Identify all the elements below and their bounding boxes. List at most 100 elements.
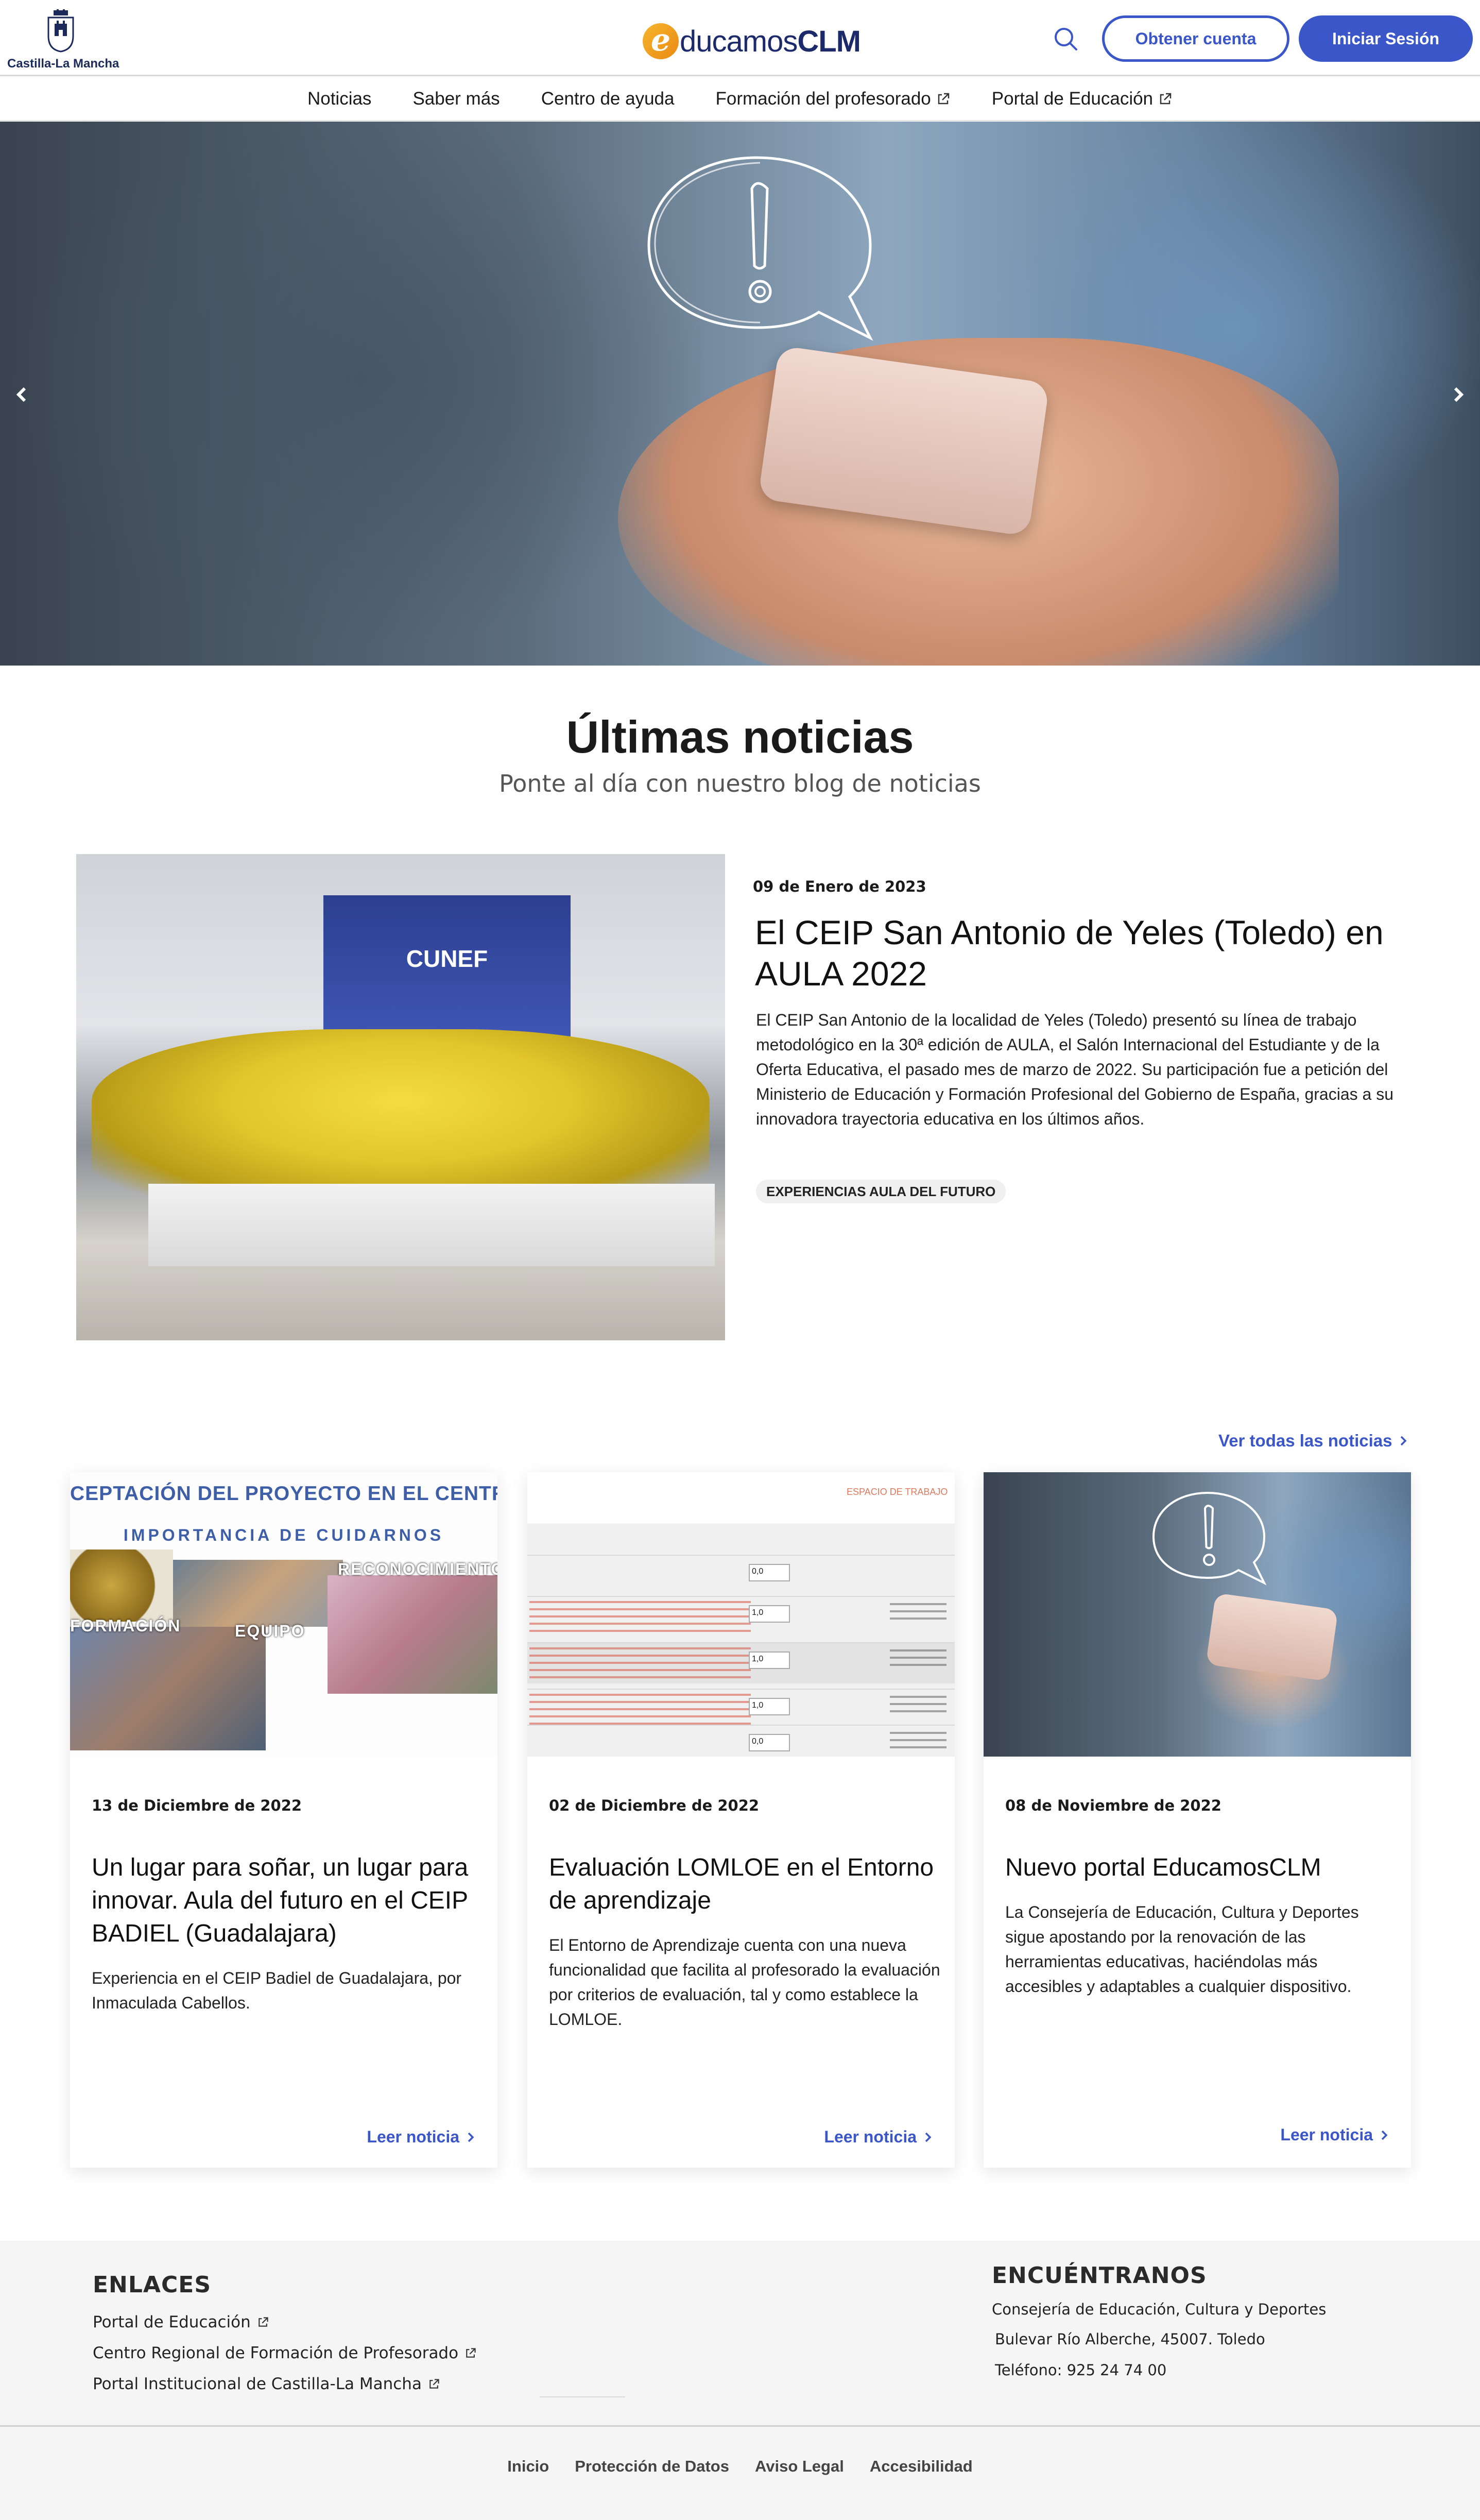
see-all-news-link[interactable]: Ver todas las noticias (1218, 1431, 1409, 1451)
nav-item-noticias[interactable]: Noticias (287, 89, 392, 109)
students-group (92, 1029, 710, 1210)
nav-label: Saber más (412, 89, 500, 109)
carousel-next-button[interactable] (1442, 379, 1473, 410)
featured-news-body: El CEIP San Antonio de la localidad de Y… (756, 1011, 1393, 1128)
booth-sign: CUNEF (323, 895, 571, 1050)
jccm-logo-text: Castilla-La Mancha (7, 57, 119, 71)
footer-link-portal-institucional[interactable]: Portal Institucional de Castilla-La Manc… (93, 2375, 440, 2393)
featured-news-title[interactable]: El CEIP San Antonio de Yeles (Toledo) en… (755, 912, 1424, 994)
footer-link-aviso-legal[interactable]: Aviso Legal (755, 2457, 844, 2476)
read-news-label: Leer noticia (1280, 2125, 1373, 2144)
news-card-date: 08 de Noviembre de 2022 (1005, 1797, 1221, 1814)
news-card-date: 02 de Diciembre de 2022 (549, 1797, 760, 1814)
speech-bubble-exclamation-icon (647, 156, 873, 341)
brand-text-bold: CLM (797, 24, 861, 58)
news-card-body: La Consejería de Educación, Cultura y De… (1005, 1903, 1359, 1996)
image-value: 1,0 (749, 1651, 790, 1669)
footer-divider (0, 2425, 1480, 2427)
external-link-icon (429, 2379, 439, 2389)
chevron-right-icon (1381, 2130, 1388, 2140)
footer-link-accesibilidad[interactable]: Accesibilidad (870, 2457, 973, 2476)
read-news-label: Leer noticia (824, 2127, 917, 2146)
login-button[interactable]: Iniciar Sesión (1299, 15, 1473, 62)
carousel-prev-button[interactable] (7, 379, 38, 410)
contact-phone: Teléfono: 925 24 74 00 (995, 2361, 1167, 2379)
external-link-icon (258, 2317, 268, 2327)
nav-item-formacion-profesorado[interactable]: Formación del profesorado (695, 89, 971, 109)
featured-news-image[interactable]: CUNEF (76, 854, 725, 1340)
external-link-icon (466, 2348, 476, 2358)
search-icon (1055, 28, 1077, 50)
image-caption: ESPACIO DE TRABAJO (847, 1487, 948, 1497)
nav-item-saber-mas[interactable]: Saber más (392, 89, 520, 109)
nav-item-portal-educacion[interactable]: Portal de Educación (971, 89, 1193, 109)
nav-label: Noticias (307, 89, 372, 109)
tables (148, 1184, 715, 1266)
featured-news-date: 09 de Enero de 2023 (753, 878, 926, 895)
image-caption: FORMACIÓN (70, 1616, 181, 1635)
news-section-subtitle: Ponte al día con nuestro blog de noticia… (499, 770, 981, 797)
image-caption: RECONOCIMIENTO (338, 1560, 497, 1578)
main-nav: Noticias Saber más Centro de ayuda Forma… (0, 78, 1480, 121)
image-value: 1,0 (749, 1698, 790, 1715)
nav-label: Centro de ayuda (541, 89, 675, 109)
chevron-left-icon (16, 387, 26, 402)
image-caption: IMPORTANCIA DE CUIDARNOS (123, 1526, 444, 1544)
read-news-link[interactable]: Leer noticia (1280, 2125, 1390, 2144)
footer-bottom-links: Inicio Protección de Datos Aviso Legal A… (0, 2457, 1480, 2476)
footer-link-portal-educacion[interactable]: Portal de Educación (93, 2313, 269, 2331)
divider (540, 2396, 625, 2397)
brand-e: e (643, 23, 679, 59)
chevron-right-icon (1401, 1436, 1407, 1446)
chevron-right-icon (1454, 387, 1464, 402)
footer-contact-title: ENCUÉNTRANOS (992, 2262, 1207, 2289)
news-card-title[interactable]: Evaluación LOMLOE en el Entorno de apren… (549, 1851, 940, 1917)
footer-link-proteccion-datos[interactable]: Protección de Datos (575, 2457, 729, 2476)
external-link-icon (938, 93, 950, 105)
news-card[interactable]: ESPACIO DE TRABAJO 0,0 1,0 1,0 1,0 0,0 0… (527, 1472, 955, 2168)
read-news-link[interactable]: Leer noticia (367, 2127, 477, 2147)
news-card-image: ESPACIO DE TRABAJO 0,0 1,0 1,0 1,0 0,0 (527, 1472, 955, 1757)
read-news-label: Leer noticia (367, 2127, 459, 2146)
booth-sign-text: CUNEF (406, 945, 488, 972)
read-news-link[interactable]: Leer noticia (824, 2127, 934, 2147)
speech-bubble-exclamation-icon (1152, 1491, 1267, 1586)
site-header: Castilla-La Mancha e ducamosCLM Obtener … (0, 0, 1480, 76)
news-card-title[interactable]: Nuevo portal EducamosCLM (1005, 1851, 1397, 1884)
footer-link-inicio[interactable]: Inicio (507, 2457, 549, 2476)
see-all-label: Ver todas las noticias (1218, 1431, 1392, 1450)
news-card-image (984, 1472, 1411, 1757)
footer-link-centro-formacion[interactable]: Centro Regional de Formación de Profesor… (93, 2344, 477, 2362)
news-section-title: Últimas noticias (566, 711, 914, 762)
nav-item-centro-ayuda[interactable]: Centro de ayuda (521, 89, 695, 109)
site-footer: ENLACES Portal de Educación Centro Regio… (0, 2241, 1480, 2520)
jccm-logo[interactable]: Castilla-La Mancha (7, 9, 119, 74)
nav-label: Portal de Educación (991, 89, 1154, 109)
image-caption: EQUIPO (235, 1622, 305, 1640)
hero-carousel (0, 122, 1480, 666)
register-button[interactable]: Obtener cuenta (1102, 15, 1289, 62)
news-card-date: 13 de Diciembre de 2022 (92, 1797, 302, 1814)
news-card[interactable]: 08 de Noviembre de 2022 Nuevo portal Edu… (984, 1472, 1411, 2168)
image-value: 1,0 (749, 1605, 790, 1623)
educamosclm-logo[interactable]: e ducamosCLM (643, 21, 861, 62)
footer-link-label: Centro Regional de Formación de Profesor… (93, 2344, 459, 2362)
news-card[interactable]: CEPTACIÓN DEL PROYECTO EN EL CENTRO IMPO… (70, 1472, 497, 2168)
external-link-icon (1160, 93, 1172, 105)
chevron-right-icon (925, 2132, 932, 2142)
featured-news-tag[interactable]: EXPERIENCIAS AULA DEL FUTURO (756, 1180, 1006, 1203)
footer-link-label: Portal de Educación (93, 2313, 251, 2331)
news-card-image: CEPTACIÓN DEL PROYECTO EN EL CENTRO IMPO… (70, 1472, 497, 1757)
contact-address: Bulevar Río Alberche, 45007. Toledo (995, 2330, 1265, 2348)
nav-label: Formación del profesorado (715, 89, 931, 109)
news-card-body: Experiencia en el CEIP Badiel de Guadala… (92, 1969, 462, 2012)
image-value: 0,0 (749, 1734, 790, 1751)
contact-organization: Consejería de Educación, Cultura y Depor… (992, 2301, 1327, 2318)
chevron-right-icon (468, 2132, 474, 2142)
brand-text: ducamos (680, 24, 798, 58)
image-value: 0,0 (749, 1564, 790, 1581)
news-card-title[interactable]: Un lugar para soñar, un lugar para innov… (92, 1851, 483, 1950)
coat-of-arms-icon (47, 9, 74, 53)
search-button[interactable] (1051, 24, 1081, 55)
footer-link-label: Portal Institucional de Castilla-La Manc… (93, 2375, 422, 2393)
